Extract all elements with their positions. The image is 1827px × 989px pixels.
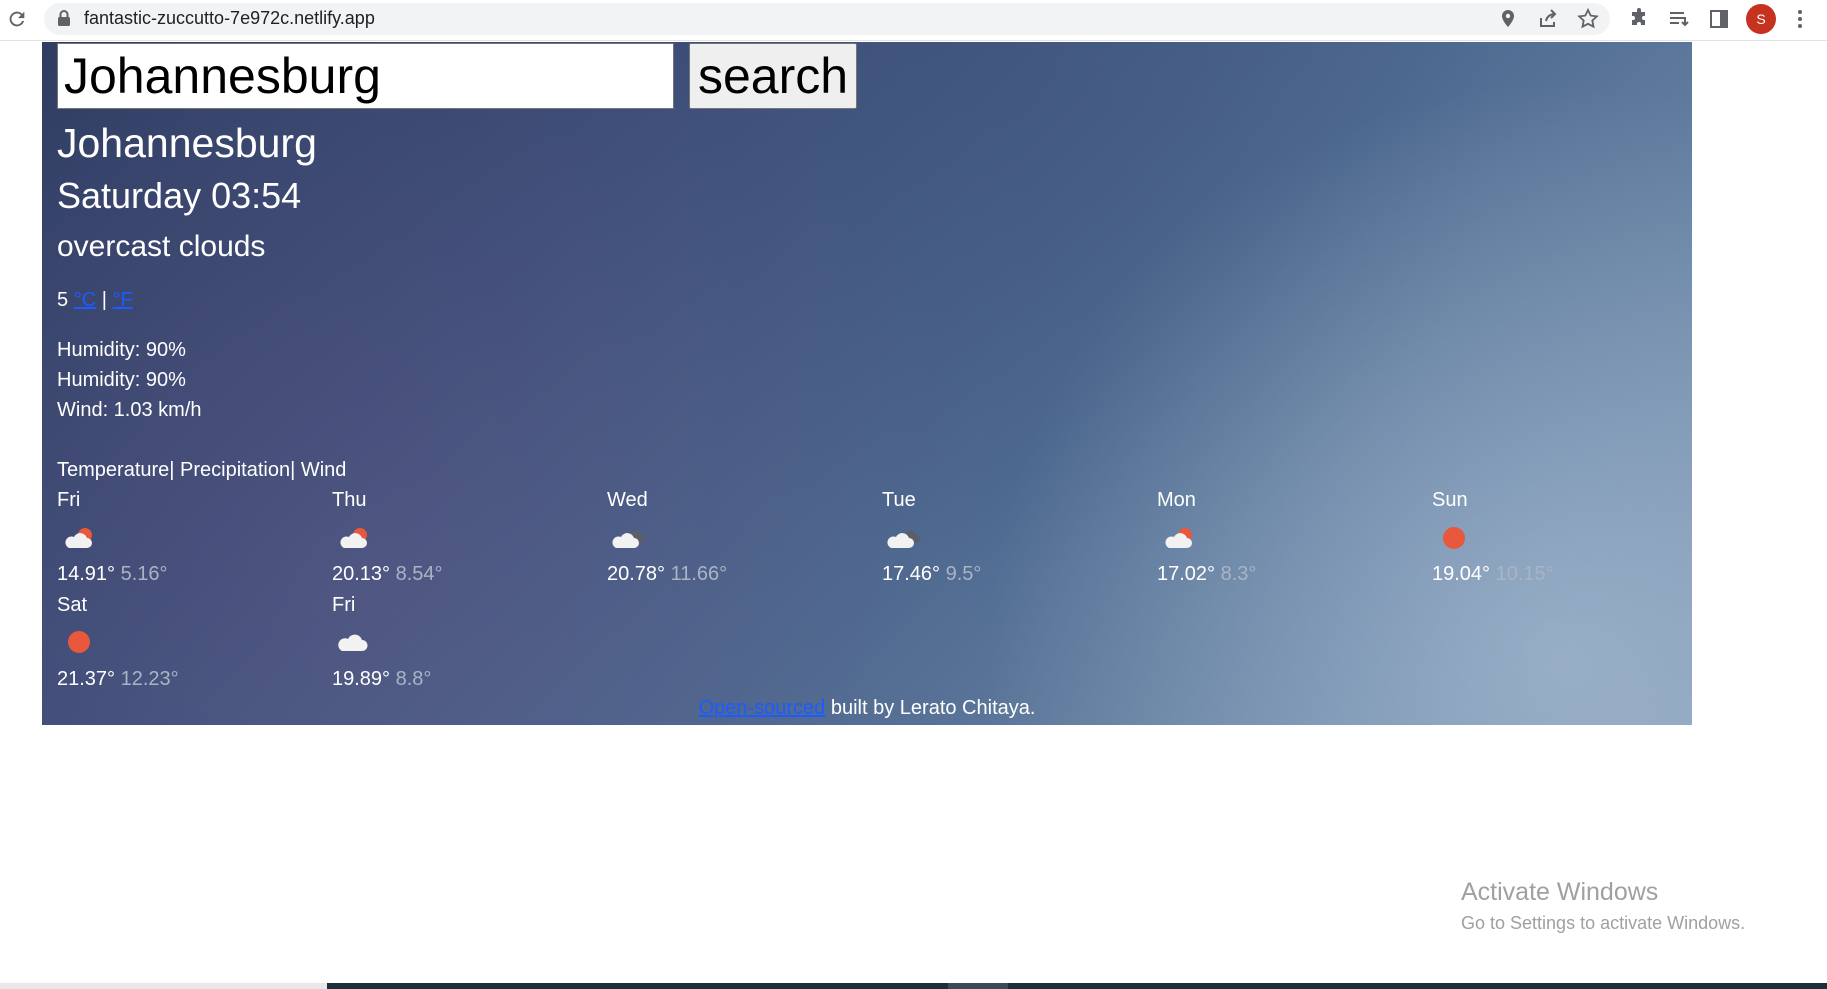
forecast-min-temp: 5.16°: [120, 563, 168, 585]
forecast-min-temp: 12.23°: [120, 668, 179, 690]
broken-clouds-icon: [612, 530, 645, 548]
footer-credit: built by Lerato Chitaya.: [825, 697, 1036, 719]
extensions-icon[interactable]: [1627, 7, 1651, 31]
forecast-day: Fri: [57, 489, 81, 511]
forecast-max-temp: 19.04°: [1432, 563, 1491, 585]
watermark-title: Activate Windows: [1461, 878, 1659, 906]
partly-cloudy-icon: [1165, 528, 1192, 548]
side-panel-icon[interactable]: [1707, 7, 1731, 31]
watermark-subtitle: Go to Settings to activate Windows.: [1461, 913, 1746, 933]
unit-separator: |: [101, 289, 107, 311]
humidity-stat: Humidity: 90%: [57, 339, 186, 361]
forecast-temps: 14.91° 5.16°: [57, 563, 168, 586]
forecast-min-temp: 11.66°: [670, 563, 728, 585]
forecast-day: Sun: [1432, 489, 1468, 511]
forecast-day: Thu: [332, 489, 367, 511]
forecast-temps: 17.46° 9.5°: [882, 563, 981, 586]
forecast-tabs[interactable]: Temperature| Precipitation| Wind: [57, 459, 346, 482]
cloud-icon: [338, 634, 368, 651]
forecast-max-temp: 17.46°: [882, 563, 941, 585]
open-sourced-link[interactable]: Open-sourced: [699, 697, 826, 719]
weather-description: overcast clouds: [57, 230, 266, 263]
current-temperature-line: 5 °C | °F: [57, 289, 133, 312]
forecast-temps: 19.04° 10.15°: [1432, 563, 1554, 586]
city-name: Johannesburg: [57, 120, 317, 166]
location-icon[interactable]: [1496, 7, 1520, 31]
forecast-temps: 20.78° 11.66°: [607, 563, 727, 586]
forecast-min-temp: 8.8°: [395, 668, 432, 690]
sun-icon: [1443, 527, 1465, 549]
forecast-max-temp: 17.02°: [1157, 563, 1216, 585]
forecast-max-temp: 20.13°: [332, 563, 391, 585]
url-text[interactable]: fantastic-zuccutto-7e972c.netlify.app: [84, 8, 375, 29]
profile-avatar[interactable]: S: [1746, 4, 1776, 34]
forecast-max-temp: 14.91°: [57, 563, 116, 585]
celsius-link[interactable]: °C: [74, 289, 96, 311]
taskbar-left-edge: [0, 983, 327, 989]
partly-cloudy-icon: [340, 528, 367, 548]
activate-windows-watermark: Activate Windows Go to Settings to activ…: [1461, 878, 1745, 934]
current-temperature: 5: [57, 289, 69, 311]
humidity-stat: Humidity: 90%: [57, 369, 186, 391]
menu-kebab-icon[interactable]: [1788, 7, 1812, 31]
reading-list-icon[interactable]: [1667, 7, 1691, 31]
forecast-day: Fri: [332, 594, 356, 616]
forecast-min-temp: 9.5°: [945, 563, 982, 585]
forecast-day: Tue: [882, 489, 916, 511]
taskbar: [327, 983, 1827, 989]
sun-icon: [68, 631, 90, 653]
forecast-min-temp: 8.54°: [395, 563, 443, 585]
taskbar-item[interactable]: [948, 983, 1008, 989]
city-search-input[interactable]: [57, 43, 674, 109]
wind-stat: Wind: 1.03 km/h: [57, 399, 202, 421]
forecast-min-temp: 8.3°: [1220, 563, 1257, 585]
broken-clouds-icon: [887, 530, 920, 548]
forecast-day: Sat: [57, 594, 88, 616]
forecast-temps: 21.37° 12.23°: [57, 668, 179, 691]
forecast-min-temp: 10.15°: [1495, 563, 1554, 585]
fahrenheit-link[interactable]: °F: [112, 289, 132, 311]
partly-cloudy-icon: [65, 528, 92, 548]
reload-icon[interactable]: [6, 8, 28, 30]
footer: Open-sourced built by Lerato Chitaya.: [42, 697, 1692, 720]
bookmark-star-icon[interactable]: [1576, 7, 1600, 31]
forecast-temps: 17.02° 8.3°: [1157, 563, 1256, 586]
forecast-temps: 20.13° 8.54°: [332, 563, 443, 586]
forecast-max-temp: 21.37°: [57, 668, 116, 690]
forecast-max-temp: 19.89°: [332, 668, 391, 690]
forecast-temps: 19.89° 8.8°: [332, 668, 431, 691]
forecast-day: Mon: [1157, 489, 1196, 511]
forecast-max-temp: 20.78°: [607, 563, 666, 585]
lock-icon: [58, 10, 70, 26]
browser-toolbar: fantastic-zuccutto-7e972c.netlify.app S: [0, 0, 1827, 41]
search-button[interactable]: search: [689, 43, 857, 109]
current-datetime: Saturday 03:54: [57, 175, 302, 216]
weather-app: search Johannesburg Saturday 03:54 overc…: [42, 42, 1692, 725]
forecast-day: Wed: [607, 489, 648, 511]
share-icon[interactable]: [1536, 7, 1560, 31]
